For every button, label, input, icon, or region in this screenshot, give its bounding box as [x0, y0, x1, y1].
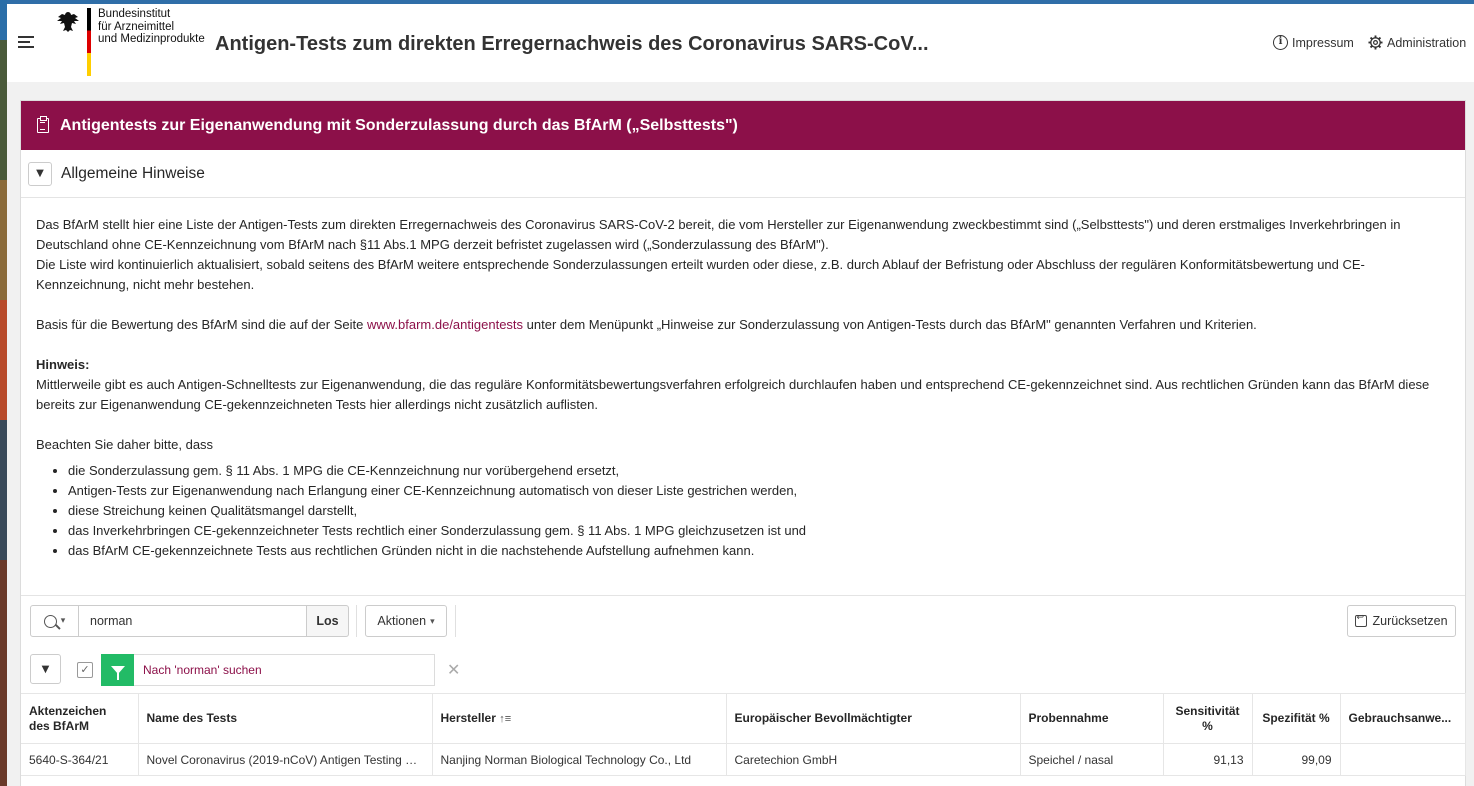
general-notes-header: ▼ Allgemeine Hinweise — [21, 150, 1465, 198]
table-cell: 5640-S-364/21 — [21, 743, 139, 776]
basis-text: Basis für die Bewertung des BfArM sind d… — [36, 317, 367, 332]
hint-label: Hinweis: — [36, 357, 90, 372]
list-item: diese Streichung keinen Qualitätsmangel … — [68, 501, 1450, 521]
federal-eagle-icon — [57, 12, 79, 32]
table-cell: 91,13 — [1163, 743, 1253, 776]
toolbar-divider — [455, 605, 456, 637]
filter-collapse-toggle[interactable]: ▼ — [30, 654, 61, 684]
actions-label: Aktionen — [377, 614, 427, 628]
list-item: Antigen-Tests zur Eigenanwendung nach Er… — [68, 481, 1450, 501]
institute-logo-text: Bundesinstitut für Arzneimittel und Medi… — [98, 8, 205, 46]
table-cell: Nanjing Norman Biological Technology Co.… — [432, 743, 727, 776]
column-header[interactable]: Probennahme — [1020, 693, 1164, 744]
actions-menu-button[interactable]: Aktionen ▾ — [365, 605, 447, 637]
search-column-menu[interactable]: ▾ — [30, 605, 79, 637]
toolbar-divider — [356, 605, 357, 637]
column-header-label: Hersteller — [440, 710, 496, 725]
region-title: Antigentests zur Eigenanwendung mit Sond… — [60, 116, 738, 134]
logo-line-1: Bundesinstitut — [98, 8, 171, 20]
list-item: das Inverkehrbringen CE-gekennzeichneter… — [68, 521, 1450, 541]
table-cell: Speichel / nasal — [1020, 743, 1164, 776]
basis-paragraph: Basis für die Bewertung des BfArM sind d… — [36, 315, 1450, 335]
impressum-label: Impressum — [1292, 35, 1354, 50]
list-item: die Sonderzulassung gem. § 11 Abs. 1 MPG… — [68, 461, 1450, 481]
search-group: ▾ Los — [30, 605, 349, 637]
go-button[interactable]: Los — [307, 605, 349, 637]
table-row[interactable]: 5640-S-364/21 Novel Coronavirus (2019-nC… — [21, 743, 1466, 776]
filter-enable-checkbox[interactable]: ✓ — [77, 662, 93, 678]
table-cell: 99,09 — [1252, 743, 1341, 776]
table-cell: Novel Coronavirus (2019-nCoV) Antigen Te… — [138, 743, 433, 776]
filter-icon — [101, 654, 134, 686]
hint-paragraph: Mittlerweile gibt es auch Antigen-Schnel… — [36, 377, 1430, 412]
selftests-region: Antigentests zur Eigenanwendung mit Sond… — [20, 100, 1466, 786]
reset-icon — [1355, 612, 1368, 627]
reset-label: Zurücksetzen — [1372, 614, 1448, 628]
update-paragraph: Die Liste wird kontinuierlich aktualisie… — [36, 257, 1365, 292]
table-header-row: Aktenzeichen des BfArM Name des Tests He… — [21, 693, 1466, 744]
list-item: das BfArM CE-gekennzeichnete Tests aus r… — [68, 541, 1450, 561]
general-notes-title: Allgemeine Hinweise — [61, 164, 205, 182]
desktop-left-edge — [0, 0, 7, 786]
intro-paragraph: Das BfArM stellt hier eine Liste der Ant… — [36, 217, 1401, 252]
info-icon: i — [1273, 35, 1288, 50]
search-icon — [43, 614, 57, 628]
filter-pill[interactable]: Nach 'norman' suchen — [101, 654, 435, 686]
chevron-down-icon: ▾ — [60, 616, 66, 626]
region-header: Antigentests zur Eigenanwendung mit Sond… — [21, 101, 1465, 150]
report-toolbar: ▾ Los Aktionen ▾ Zurücksetzen — [21, 595, 1465, 645]
chevron-down-icon: ▾ — [430, 615, 435, 626]
note-intro: Beachten Sie daher bitte, dass — [36, 437, 214, 452]
clipboard-icon — [37, 116, 49, 133]
search-input[interactable] — [79, 605, 307, 637]
reset-button[interactable]: Zurücksetzen — [1347, 605, 1456, 637]
impressum-link[interactable]: i Impressum — [1273, 35, 1354, 50]
logo-line-3: und Medizinprodukte — [98, 33, 205, 45]
app-header: Bundesinstitut für Arzneimittel und Medi… — [7, 4, 1474, 82]
bfarm-link[interactable]: www.bfarm.de/antigentests — [367, 317, 523, 332]
column-header[interactable]: Europäischer Bevollmächtigter — [726, 693, 1021, 744]
column-header[interactable]: Name des Tests — [138, 693, 433, 744]
column-header[interactable]: Gebrauchsanwe... — [1340, 693, 1466, 744]
basis-text-end: unter dem Menüpunkt „Hinweise zur Sonder… — [523, 317, 1257, 332]
table-cell — [1340, 743, 1466, 776]
results-table: Aktenzeichen des BfArM Name des Tests He… — [21, 693, 1466, 776]
hamburger-menu-icon[interactable] — [18, 36, 36, 50]
gear-icon — [1368, 35, 1383, 50]
remove-filter-icon[interactable]: ✕ — [447, 660, 460, 679]
filter-row: ▼ ✓ Nach 'norman' suchen ✕ — [21, 645, 1465, 693]
sort-ascending-icon: ↑≡ — [499, 712, 512, 725]
column-header[interactable]: Aktenzeichen des BfArM — [21, 693, 139, 744]
filter-label: Nach 'norman' suchen — [143, 663, 262, 677]
logo-line-2: für Arzneimittel — [98, 20, 175, 33]
column-header[interactable]: Spezifität % — [1252, 693, 1341, 744]
administration-link[interactable]: Administration — [1368, 35, 1466, 50]
general-notes-body: Das BfArM stellt hier eine Liste der Ant… — [21, 198, 1465, 561]
collapse-toggle-button[interactable]: ▼ — [28, 161, 52, 186]
notes-list: die Sonderzulassung gem. § 11 Abs. 1 MPG… — [68, 461, 1450, 561]
column-header[interactable]: Hersteller ↑≡ — [432, 693, 727, 744]
column-header[interactable]: Sensitivität % — [1163, 693, 1253, 744]
german-flag-bar — [87, 8, 91, 76]
table-cell: Caretechion GmbH — [726, 743, 1021, 776]
app-title: Antigen-Tests zum direkten Erregernachwe… — [215, 33, 929, 55]
administration-label: Administration — [1387, 35, 1467, 50]
